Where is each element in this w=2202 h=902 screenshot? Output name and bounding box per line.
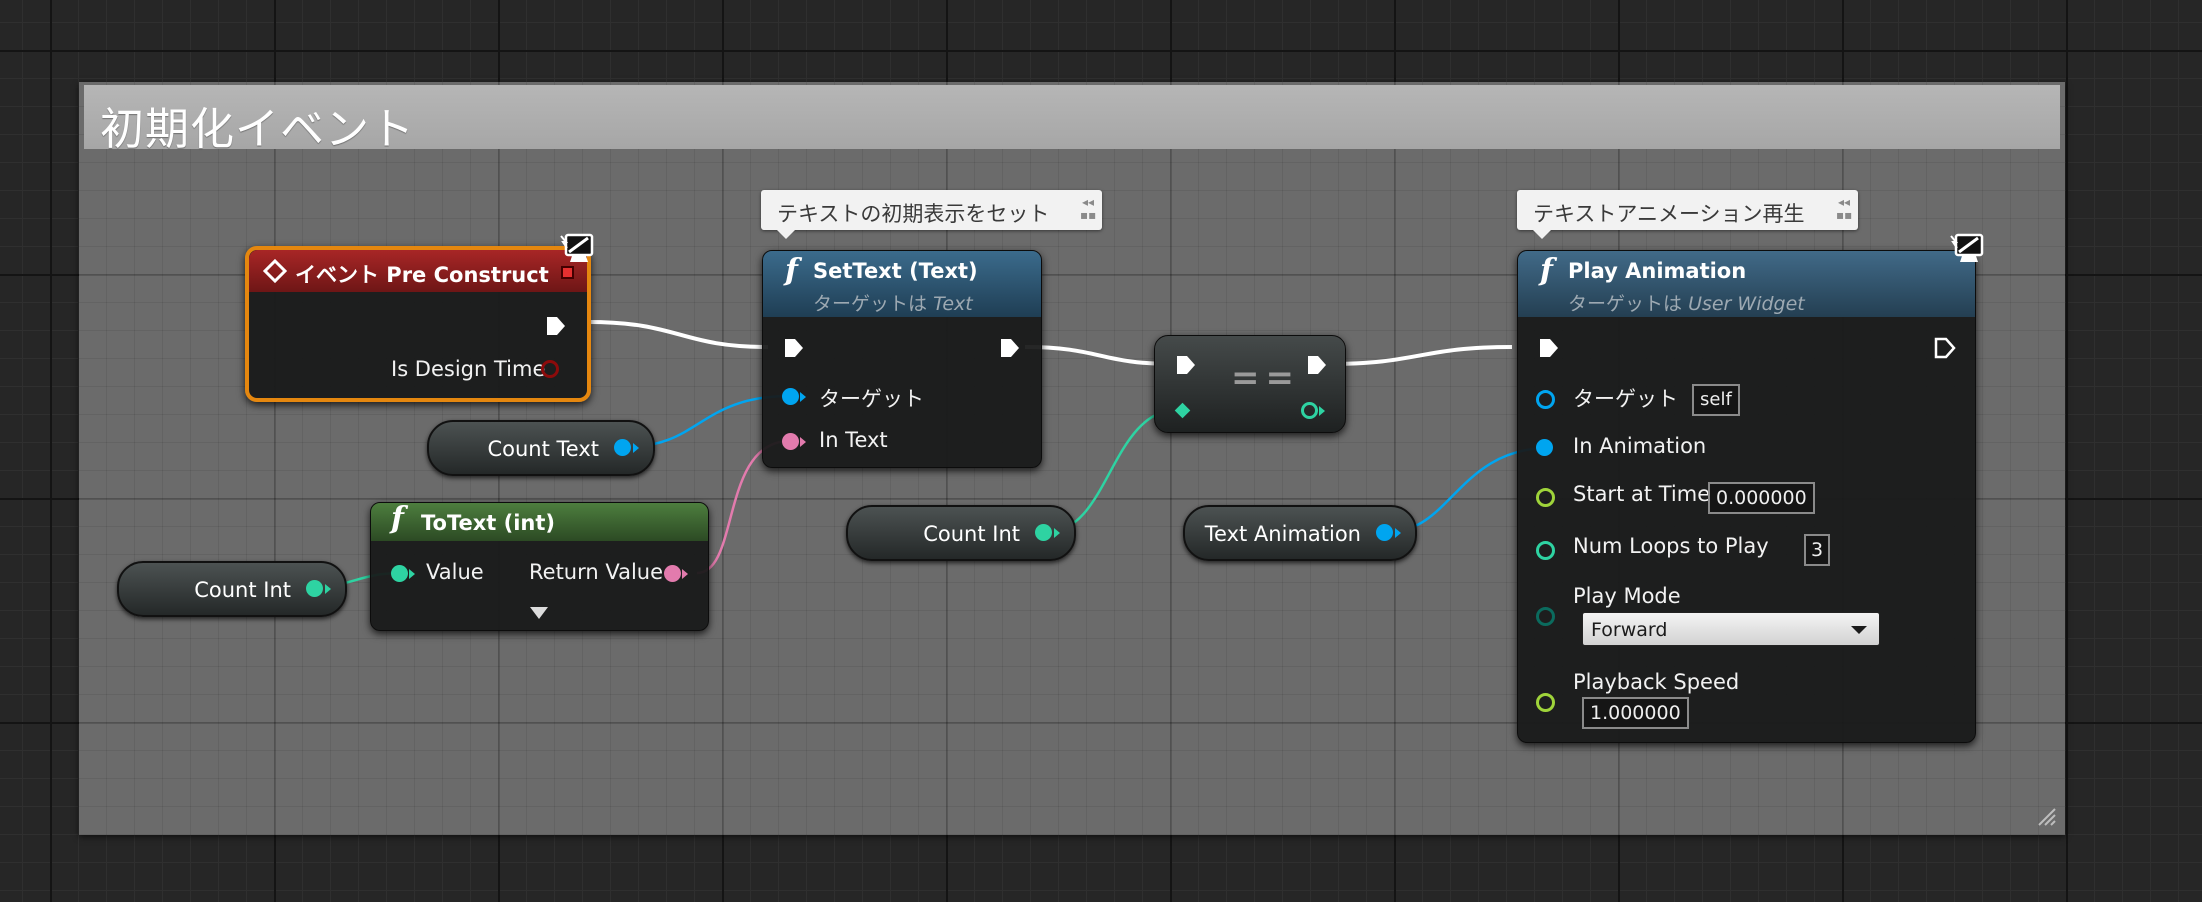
return-value-label: Return Value: [529, 560, 664, 584]
expand-arrow-icon[interactable]: [530, 607, 548, 619]
in-animation-label: In Animation: [1573, 434, 1707, 458]
num-loops-field[interactable]: 3: [1804, 534, 1831, 566]
start-at-time-pin[interactable]: [1536, 488, 1555, 507]
count-int-variable-mid[interactable]: Count Int: [846, 505, 1076, 561]
playback-speed-field[interactable]: 1.000000: [1582, 697, 1689, 729]
client-only-icon: [1950, 233, 1984, 262]
pin-arrow-icon: [325, 584, 331, 594]
text-animation-label: Text Animation: [1204, 522, 1361, 546]
value-label: Value: [426, 560, 484, 584]
value-pin[interactable]: [391, 565, 408, 582]
count-int-pin[interactable]: [306, 580, 323, 597]
num-loops-label: Num Loops to Play: [1573, 534, 1769, 558]
exec-out-pin[interactable]: [999, 337, 1021, 359]
is-design-time-label: Is Design Time: [391, 357, 546, 381]
in-text-label: In Text: [819, 428, 888, 452]
pin-arrow-icon: [633, 443, 639, 453]
play-animation-node-title: Play Animation: [1568, 259, 1747, 283]
bubble-tail: [1533, 230, 1551, 239]
exec-in-pin[interactable]: [1175, 354, 1197, 376]
target-pin[interactable]: [782, 388, 799, 405]
target-label: ターゲット: [1573, 387, 1678, 411]
function-f-icon: f: [1540, 253, 1553, 288]
count-text-variable[interactable]: Count Text: [427, 420, 655, 476]
equals-node[interactable]: ==: [1154, 335, 1346, 433]
bubble-tail: [777, 230, 795, 239]
exec-out-pin[interactable]: [1934, 337, 1956, 359]
settext-comment-bubble[interactable]: テキストの初期表示をセット ◂◂ ▪▪: [761, 190, 1102, 239]
pin-arrow-icon: [1054, 528, 1060, 538]
start-at-time-field[interactable]: 0.000000: [1708, 482, 1815, 514]
return-value-pin[interactable]: [664, 565, 681, 582]
int-diamond-pin[interactable]: [1174, 402, 1191, 419]
count-int-label: Count Int: [923, 522, 1020, 546]
count-text-pin[interactable]: [614, 439, 631, 456]
exec-out-pin[interactable]: [545, 315, 567, 337]
play-animation-node-subtitle: ターゲットは User Widget: [1568, 293, 1805, 315]
start-at-time-label: Start at Time: [1573, 482, 1711, 506]
target-label: ターゲット: [819, 387, 924, 411]
text-animation-pin[interactable]: [1376, 524, 1393, 541]
function-f-icon: f: [785, 253, 798, 288]
settext-node-title: SetText (Text): [813, 259, 978, 283]
pin-arrow-icon: [409, 569, 415, 579]
event-node-title: イベント Pre Construct: [295, 263, 549, 287]
count-text-label: Count Text: [487, 437, 599, 461]
settext-comment-text: テキストの初期表示をセット: [777, 202, 1050, 226]
target-pin[interactable]: [1536, 390, 1555, 409]
count-int-label: Count Int: [194, 578, 291, 602]
exec-in-pin[interactable]: [1538, 337, 1560, 359]
in-animation-pin[interactable]: [1536, 439, 1553, 456]
playanim-comment-text: テキストアニメーション再生: [1533, 202, 1805, 226]
text-animation-variable[interactable]: Text Animation: [1183, 505, 1417, 561]
count-int-variable-left[interactable]: Count Int: [117, 561, 347, 617]
settext-node[interactable]: f SetText (Text) ターゲットは Text ターゲット In Te…: [762, 250, 1042, 468]
function-f-icon: f: [391, 501, 404, 536]
is-design-time-pin[interactable]: [541, 360, 559, 378]
event-diamond-icon: [263, 259, 287, 283]
output-pin[interactable]: [1301, 402, 1318, 419]
pin-arrow-icon: [1319, 406, 1325, 416]
pin-arrow-icon: [1395, 528, 1401, 538]
exec-in-pin[interactable]: [783, 337, 805, 359]
event-pre-construct-node[interactable]: イベント Pre Construct Is Design Time: [245, 246, 591, 402]
pin-arrow-icon: [800, 437, 806, 447]
count-int-pin[interactable]: [1035, 524, 1052, 541]
target-value-field[interactable]: self: [1692, 384, 1740, 416]
exec-wire-event-to-settext: [587, 320, 769, 349]
client-only-icon: [560, 233, 594, 262]
playanim-comment-bubble[interactable]: テキストアニメーション再生 ◂◂ ▪▪: [1517, 190, 1858, 239]
pin-comment-icon[interactable]: ◂◂ ▪▪: [1080, 196, 1096, 222]
pin-arrow-icon: [800, 392, 806, 402]
play-mode-pin[interactable]: [1536, 607, 1555, 626]
in-text-pin[interactable]: [782, 433, 799, 450]
delegate-pin[interactable]: [561, 266, 574, 279]
exec-wire-equals-to-playanim: [1326, 345, 1513, 366]
exec-out-pin[interactable]: [1306, 354, 1328, 376]
play-animation-node[interactable]: f Play Animation ターゲットは User Widget ターゲッ…: [1517, 250, 1976, 743]
num-loops-pin[interactable]: [1536, 541, 1555, 560]
equals-label: ==: [1231, 358, 1300, 398]
totext-node[interactable]: f ToText (int) Value Return Value: [370, 501, 709, 631]
playback-speed-label: Playback Speed: [1573, 670, 1740, 694]
exec-wire-settext-to-equals: [1024, 345, 1175, 366]
settext-node-subtitle: ターゲットは Text: [813, 293, 973, 315]
pin-comment-icon[interactable]: ◂◂ ▪▪: [1836, 196, 1852, 222]
totext-node-title: ToText (int): [421, 511, 556, 535]
play-mode-label: Play Mode: [1573, 584, 1681, 608]
pin-arrow-icon: [682, 569, 688, 579]
play-mode-dropdown[interactable]: Forward: [1582, 612, 1880, 646]
playback-speed-pin[interactable]: [1536, 693, 1555, 712]
play-mode-value: Forward: [1591, 619, 1668, 641]
chevron-down-icon: [1851, 626, 1867, 634]
